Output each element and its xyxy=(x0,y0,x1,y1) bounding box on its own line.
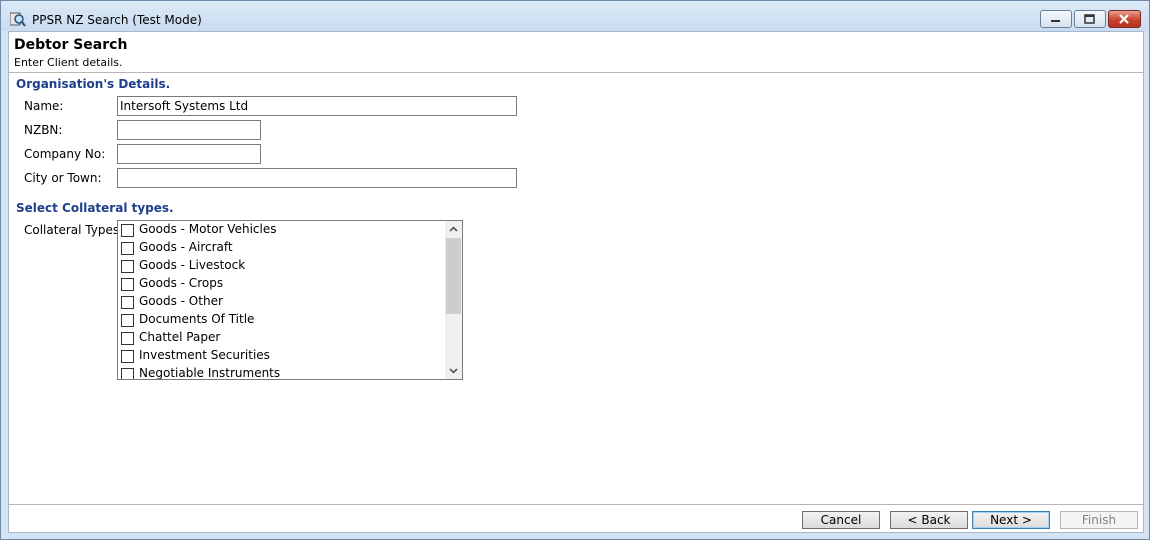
scroll-thumb[interactable] xyxy=(446,238,461,314)
company-no-label: Company No: xyxy=(24,147,106,161)
organisation-section-title: Organisation's Details. xyxy=(16,77,171,91)
checkbox[interactable] xyxy=(121,296,134,309)
page-subtitle: Enter Client details. xyxy=(14,56,123,69)
list-item[interactable]: Goods - Other xyxy=(121,294,441,312)
list-item-label: Goods - Livestock xyxy=(139,258,246,272)
city-field[interactable] xyxy=(117,168,517,188)
header-divider xyxy=(9,72,1143,73)
next-button[interactable]: Next > xyxy=(972,511,1050,529)
app-window: PPSR NZ Search (Test Mode) Debtor Search… xyxy=(0,0,1150,540)
company-no-field[interactable] xyxy=(117,144,261,164)
list-item-label: Documents Of Title xyxy=(139,312,255,326)
city-label: City or Town: xyxy=(24,171,102,185)
close-icon xyxy=(1119,14,1129,24)
chevron-up-icon xyxy=(449,226,458,232)
finish-button: Finish xyxy=(1060,511,1138,529)
cancel-button[interactable]: Cancel xyxy=(802,511,880,529)
list-item[interactable]: Documents Of Title xyxy=(121,312,441,330)
list-item[interactable]: Investment Securities xyxy=(121,348,441,366)
scroll-down-button[interactable] xyxy=(445,362,462,379)
title-bar[interactable]: PPSR NZ Search (Test Mode) xyxy=(1,1,1149,31)
vertical-scrollbar[interactable] xyxy=(445,221,462,379)
collateral-section-title: Select Collateral types. xyxy=(16,201,174,215)
maximize-icon xyxy=(1084,14,1095,24)
checkbox[interactable] xyxy=(121,314,134,327)
back-button[interactable]: < Back xyxy=(890,511,968,529)
list-item-label: Goods - Crops xyxy=(139,276,224,290)
minimize-button[interactable] xyxy=(1040,10,1072,28)
scroll-up-button[interactable] xyxy=(445,221,462,238)
wizard-header: Debtor Search Enter Client details. xyxy=(9,32,1143,72)
minimize-icon xyxy=(1051,20,1060,22)
name-label: Name: xyxy=(24,99,64,113)
checkbox[interactable] xyxy=(121,332,134,345)
list-item-label: Investment Securities xyxy=(139,348,270,362)
list-item[interactable]: Negotiable Instruments xyxy=(121,366,441,380)
checkbox[interactable] xyxy=(121,260,134,273)
checkbox[interactable] xyxy=(121,278,134,291)
nzbn-label: NZBN: xyxy=(24,123,63,137)
close-window-button[interactable] xyxy=(1108,10,1141,28)
window-title: PPSR NZ Search (Test Mode) xyxy=(32,13,202,27)
list-item-label: Chattel Paper xyxy=(139,330,221,344)
list-item[interactable]: Chattel Paper xyxy=(121,330,441,348)
collateral-types-label: Collateral Types: xyxy=(24,223,124,237)
list-item[interactable]: Goods - Crops xyxy=(121,276,441,294)
name-field[interactable]: Intersoft Systems Ltd xyxy=(117,96,517,116)
page-title: Debtor Search xyxy=(14,37,128,53)
chevron-down-icon xyxy=(449,368,458,374)
maximize-button[interactable] xyxy=(1074,10,1106,28)
wizard-panel: Debtor Search Enter Client details. Orga… xyxy=(8,31,1144,533)
nzbn-field[interactable] xyxy=(117,120,261,140)
collateral-types-list[interactable]: Goods - Motor Vehicles Goods - Aircraft … xyxy=(117,220,463,380)
magnifier-search-icon xyxy=(10,12,26,27)
list-item[interactable]: Goods - Aircraft xyxy=(121,240,441,258)
checkbox[interactable] xyxy=(121,350,134,363)
list-item[interactable]: Goods - Motor Vehicles xyxy=(121,222,441,240)
list-item-label: Goods - Other xyxy=(139,294,223,308)
checkbox[interactable] xyxy=(121,368,134,379)
list-item-label: Negotiable Instruments xyxy=(139,366,281,380)
checkbox[interactable] xyxy=(121,242,134,255)
list-item-label: Goods - Aircraft xyxy=(139,240,233,254)
checkbox[interactable] xyxy=(121,224,134,237)
footer-divider xyxy=(9,504,1143,505)
list-item-label: Goods - Motor Vehicles xyxy=(139,222,277,236)
list-item[interactable]: Goods - Livestock xyxy=(121,258,441,276)
